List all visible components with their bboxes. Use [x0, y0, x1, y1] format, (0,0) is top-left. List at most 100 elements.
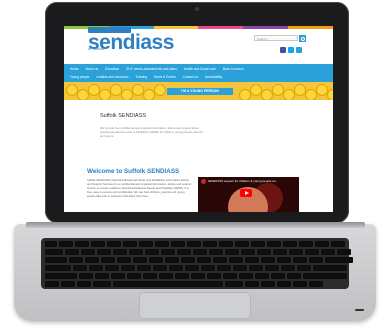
- keyboard-key: [289, 249, 303, 255]
- nav-item-about[interactable]: About us: [84, 67, 101, 71]
- keyboard-key: [217, 265, 231, 271]
- nav-item-home[interactable]: Home: [68, 67, 81, 71]
- emoji-face-icon: [283, 89, 295, 100]
- keyboard-key: [171, 241, 185, 247]
- keyboard-key: [255, 273, 269, 279]
- keyboard-key: [91, 241, 105, 247]
- search-icon[interactable]: [299, 35, 306, 42]
- keyboard-key: [85, 257, 99, 263]
- keyboard-key: [225, 249, 239, 255]
- keyboard-key: [331, 241, 345, 247]
- keyboard-key: [155, 241, 169, 247]
- keyboard-key: [225, 281, 243, 287]
- facebook-icon[interactable]: [280, 47, 286, 53]
- keyboard-key: [305, 249, 319, 255]
- keyboard-key: [59, 241, 73, 247]
- key-row: [45, 249, 351, 255]
- keyboard-key: [201, 265, 215, 271]
- search-input[interactable]: Search...: [254, 35, 298, 41]
- video-title: SENDIASS support for children & young pe…: [208, 179, 279, 183]
- nav-item-leaflets[interactable]: Leaflets and resources: [94, 75, 130, 79]
- key-row: [45, 241, 345, 247]
- keyboard-key: [251, 241, 265, 247]
- welcome-text: Suffolk SENDIASS (Special Educational Ne…: [87, 178, 192, 198]
- nav-item-health[interactable]: Health and Social care: [182, 67, 218, 71]
- emoji-face-icon: [154, 84, 166, 96]
- keyboard-key: [293, 281, 307, 287]
- keyboard-key: [235, 241, 249, 247]
- keyboard-key: [315, 241, 329, 247]
- nav-item-contact[interactable]: Contact us: [181, 75, 200, 79]
- keyboard-key: [267, 241, 281, 247]
- emoji-face-icon: [77, 89, 89, 100]
- emoji-face-icon: [316, 84, 328, 96]
- nav-item-news[interactable]: News & Events: [152, 75, 178, 79]
- keyboard-key: [89, 265, 103, 271]
- keyboard-key: [117, 257, 131, 263]
- keyboard-key: [249, 265, 263, 271]
- emoji-banner: I'M A YOUNG PERSON: [64, 82, 333, 100]
- keyboard-key: [177, 249, 191, 255]
- keyboard-key: [265, 265, 279, 271]
- emoji-face-icon: [272, 84, 284, 96]
- keyboard-key: [191, 273, 205, 279]
- nav-row-2: Young people Leaflets and resources Trai…: [68, 75, 224, 79]
- nav-item-back-to-school[interactable]: Back to school: [221, 67, 246, 71]
- keyboard-key: [159, 273, 173, 279]
- keyboard-key: [45, 281, 59, 287]
- keyboard-key: [113, 249, 127, 255]
- keyboard-key: [245, 281, 259, 287]
- emoji-face-icon: [294, 84, 306, 96]
- emoji-face-icon: [88, 84, 100, 96]
- keyboard-key: [45, 249, 63, 255]
- keyboard-key: [257, 249, 271, 255]
- keyboard-key: [313, 265, 347, 271]
- keyboard-key: [93, 281, 111, 287]
- keyboard-key: [161, 249, 175, 255]
- keyboard-key: [209, 249, 223, 255]
- keyboard-key: [193, 249, 207, 255]
- laptop-hinge: [26, 222, 365, 228]
- twitter-icon[interactable]: [288, 47, 294, 53]
- keyboard-key: [233, 265, 247, 271]
- keyboard-key: [111, 273, 125, 279]
- keyboard-key: [175, 273, 189, 279]
- video-embed[interactable]: SENDIASS support for children & young pe…: [198, 177, 299, 212]
- keyboard-key: [299, 241, 313, 247]
- keyboard-key: [75, 241, 89, 247]
- keyboard-key: [213, 257, 227, 263]
- nav-item-training[interactable]: Training: [134, 75, 149, 79]
- play-icon[interactable]: [240, 189, 252, 197]
- keyboard-key: [203, 241, 217, 247]
- youtube-icon[interactable]: [296, 47, 302, 53]
- keyboard-key: [45, 257, 67, 263]
- keyboard-key: [229, 257, 243, 263]
- keyboard-key: [79, 273, 93, 279]
- keyboard-key: [73, 265, 87, 271]
- keyboard-key: [143, 273, 157, 279]
- keyboard-key: [245, 257, 259, 263]
- keyboard-key: [81, 249, 95, 255]
- nav-item-education[interactable]: Education: [103, 67, 121, 71]
- keyboard-key: [61, 281, 75, 287]
- nav-item-young-people[interactable]: Young people: [68, 75, 91, 79]
- indicator-light: [355, 309, 364, 311]
- emoji-face-icon: [121, 89, 133, 100]
- keyboard-key: [127, 273, 141, 279]
- key-row: [45, 257, 353, 263]
- keyboard-key: [281, 265, 295, 271]
- emoji-face-icon: [66, 84, 78, 96]
- keyboard-key: [321, 249, 335, 255]
- emoji-face-icon: [132, 84, 144, 96]
- trackpad: [139, 292, 251, 319]
- nav-item-accessibility[interactable]: Accessibility: [203, 75, 224, 79]
- keyboard-key: [297, 265, 311, 271]
- young-person-button[interactable]: I'M A YOUNG PERSON: [167, 88, 233, 95]
- laptop-screen: sendiass in Suffolk Search... Home About…: [64, 26, 333, 212]
- emoji-face-icon: [250, 84, 262, 96]
- keyboard-key: [181, 257, 195, 263]
- colorbar-segment: [288, 26, 333, 29]
- nav-row-1: Home About us Education EHC needs assess…: [68, 67, 246, 71]
- keyboard-key: [239, 273, 253, 279]
- nav-item-ehc[interactable]: EHC needs assessments and plans: [124, 67, 179, 71]
